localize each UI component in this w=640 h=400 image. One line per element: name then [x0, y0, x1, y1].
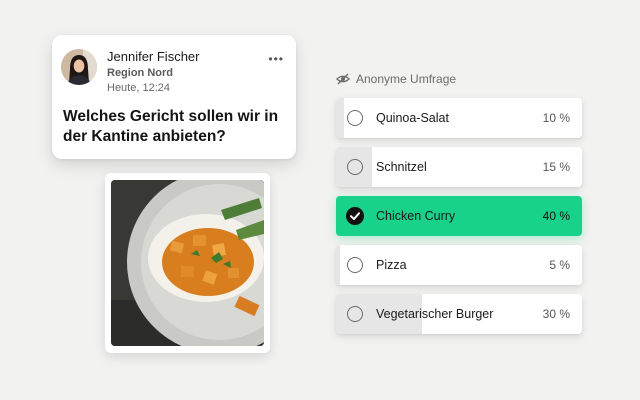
- eye-off-icon: [336, 73, 350, 85]
- poll-option-percent: 5 %: [549, 258, 570, 272]
- poll-option-schnitzel[interactable]: Schnitzel 15 %: [336, 147, 582, 187]
- radio-button[interactable]: [347, 159, 363, 175]
- poll-header-label: Anonyme Umfrage: [356, 72, 457, 86]
- poll-option-percent: 10 %: [542, 111, 570, 125]
- radio-button[interactable]: [347, 257, 363, 273]
- food-image[interactable]: [111, 180, 264, 346]
- radio-button[interactable]: [347, 306, 363, 322]
- poll-header: Anonyme Umfrage: [336, 72, 456, 86]
- checkmark-icon: [350, 212, 360, 220]
- poll-option-label: Chicken Curry: [376, 209, 456, 223]
- poll-option-label: Vegetarischer Burger: [376, 307, 494, 321]
- poll-option-bar: [336, 98, 344, 138]
- author-region: Region Nord: [107, 67, 173, 79]
- author-name: Jennifer Fischer: [107, 49, 200, 64]
- poll-option-quinoa-salat[interactable]: Quinoa-Salat 10 %: [336, 98, 582, 138]
- poll-option-percent: 40 %: [542, 209, 570, 223]
- post-card: Jennifer Fischer Region Nord Heute, 12:2…: [52, 35, 296, 159]
- poll-option-label: Quinoa-Salat: [376, 111, 449, 125]
- poll-option-bar: [336, 245, 340, 285]
- check-circle-icon[interactable]: [346, 207, 364, 225]
- chicken-curry-image: [111, 180, 264, 346]
- poll-option-label: Schnitzel: [376, 160, 427, 174]
- avatar[interactable]: [61, 49, 97, 85]
- photo-card: [105, 173, 270, 353]
- post-question: Welches Gericht sollen wir in der Kantin…: [63, 108, 279, 145]
- poll-option-percent: 30 %: [542, 307, 570, 321]
- more-horizontal-icon[interactable]: •••: [268, 52, 284, 66]
- poll-option-percent: 15 %: [542, 160, 570, 174]
- poll-option-vegetarischer-burger[interactable]: Vegetarischer Burger 30 %: [336, 294, 582, 334]
- avatar-photo: [61, 49, 97, 85]
- poll-option-chicken-curry[interactable]: Chicken Curry 40 %: [336, 196, 582, 236]
- poll-option-label: Pizza: [376, 258, 407, 272]
- radio-button[interactable]: [347, 110, 363, 126]
- post-timestamp: Heute, 12:24: [107, 82, 170, 94]
- poll-option-pizza[interactable]: Pizza 5 %: [336, 245, 582, 285]
